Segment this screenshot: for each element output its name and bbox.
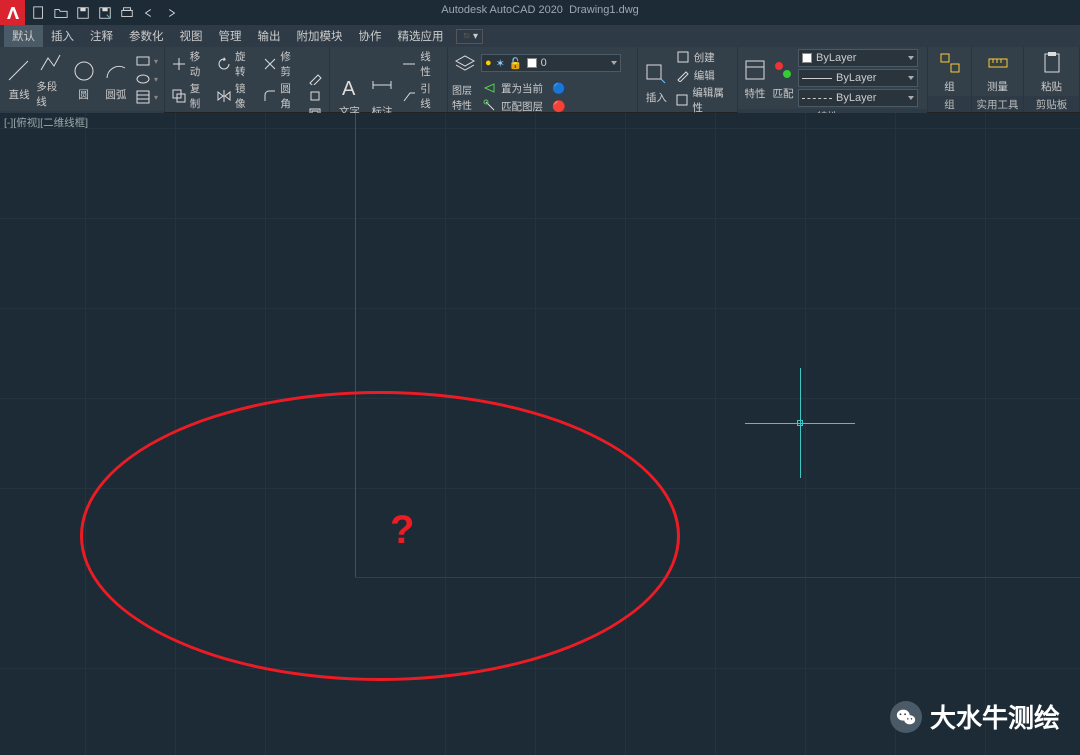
- layer-props-big[interactable]: 图层特性: [452, 80, 478, 114]
- ribbon: 直线 多段线 圆 圆弧 ▾ ▾ ▾ 绘图 ▼ 移动 复制 拉伸 旋转 镜像 缩放: [0, 47, 1080, 113]
- svg-text:A: A: [342, 78, 356, 100]
- match-layer-button[interactable]: 匹配图层: [480, 98, 545, 114]
- lock-icon: 🔓: [509, 57, 523, 70]
- bulb-icon: ●: [485, 57, 492, 69]
- tab-parametric[interactable]: 参数化: [121, 25, 172, 47]
- tab-annotate[interactable]: 注释: [82, 25, 121, 47]
- tab-view[interactable]: 视图: [172, 25, 211, 47]
- panel-block: 插入 创建 编辑 编辑属性 块 ▼: [638, 47, 738, 112]
- tab-featured[interactable]: 精选应用: [390, 25, 452, 47]
- line-button[interactable]: 直线: [4, 57, 34, 102]
- linear-button[interactable]: 线性: [399, 49, 443, 79]
- polyline-button[interactable]: 多段线: [36, 49, 66, 109]
- title-bar: Autodesk AutoCAD 2020 Drawing1.dwg: [0, 0, 1080, 25]
- copy-button[interactable]: 复制: [169, 81, 212, 111]
- ellipse-icon[interactable]: ▾: [133, 71, 160, 87]
- save-icon[interactable]: [75, 5, 91, 21]
- layer-color-swatch: [527, 58, 537, 68]
- panel-util-title: 实用工具: [977, 97, 1019, 112]
- panel-group-title: 组: [944, 97, 955, 112]
- tab-overflow[interactable]: ◾▾: [456, 29, 483, 44]
- saveas-icon[interactable]: [97, 5, 113, 21]
- viewport-label[interactable]: [-][俯视][二维线框]: [4, 115, 88, 130]
- trim-button[interactable]: 修剪: [260, 49, 303, 79]
- tab-default[interactable]: 默认: [4, 25, 43, 47]
- quick-access-toolbar: [25, 5, 185, 21]
- group-button[interactable]: 组: [934, 49, 965, 94]
- layer-dropdown[interactable]: ● ✶ 🔓 0: [481, 54, 621, 72]
- lineweight-dropdown[interactable]: ByLayer: [798, 69, 918, 87]
- mirror-button[interactable]: 镜像: [214, 81, 257, 111]
- layer-name: 0: [541, 57, 547, 69]
- match-props-button[interactable]: 匹配: [770, 56, 796, 101]
- wechat-icon: [890, 701, 922, 733]
- tab-manage[interactable]: 管理: [211, 25, 250, 47]
- window-title: Autodesk AutoCAD 2020 Drawing1.dwg: [441, 4, 639, 16]
- text-button[interactable]: A文字: [334, 74, 365, 119]
- measure-button[interactable]: 测量: [982, 49, 1013, 94]
- open-icon[interactable]: [53, 5, 69, 21]
- ribbon-tabs: 默认 插入 注释 参数化 视图 管理 输出 附加模块 协作 精选应用 ◾▾: [0, 25, 1080, 47]
- annotation-ellipse: [80, 391, 680, 681]
- linetype-dropdown[interactable]: ByLayer: [798, 89, 918, 107]
- leader-button[interactable]: 引线: [399, 81, 443, 111]
- circle-button[interactable]: 圆: [69, 57, 99, 102]
- make-current-button[interactable]: 置为当前: [480, 80, 545, 96]
- erase-icon[interactable]: [305, 70, 325, 86]
- panel-draw: 直线 多段线 圆 圆弧 ▾ ▾ ▾ 绘图 ▼: [0, 47, 165, 112]
- properties-button[interactable]: 特性: [742, 56, 768, 101]
- panel-utilities: 测量 实用工具: [972, 47, 1024, 112]
- color-value: ByLayer: [816, 52, 856, 64]
- hatch-icon[interactable]: ▾: [133, 89, 160, 105]
- move-button[interactable]: 移动: [169, 49, 212, 79]
- paste-button[interactable]: 粘贴: [1036, 49, 1067, 94]
- rotate-button[interactable]: 旋转: [214, 49, 257, 79]
- arc-button[interactable]: 圆弧: [101, 57, 131, 102]
- app-name: Autodesk AutoCAD 2020: [441, 4, 563, 16]
- tab-collab[interactable]: 协作: [351, 25, 390, 47]
- explode-icon[interactable]: [305, 88, 325, 104]
- panel-modify: 移动 复制 拉伸 旋转 镜像 缩放 修剪 圆角 阵列 修改 ▼: [165, 47, 330, 112]
- new-icon[interactable]: [31, 5, 47, 21]
- redo-icon[interactable]: [163, 5, 179, 21]
- freeze-icon: ✶: [496, 57, 505, 70]
- insert-block-button[interactable]: 插入: [642, 60, 671, 105]
- tab-output[interactable]: 输出: [250, 25, 289, 47]
- drawing-area[interactable]: [-][俯视][二维线框] ? 大水牛测绘: [0, 113, 1080, 755]
- layer-props-button[interactable]: [452, 49, 478, 77]
- annotation-question: ?: [390, 508, 414, 553]
- edit-attr-button[interactable]: 编辑属性: [673, 85, 733, 115]
- edit-block-button[interactable]: 编辑: [673, 67, 733, 83]
- panel-group: 组 组: [928, 47, 972, 112]
- dimension-button[interactable]: 标注: [367, 74, 398, 119]
- lt-value: ByLayer: [836, 92, 876, 104]
- watermark-text: 大水牛测绘: [930, 698, 1060, 735]
- layer-off-icon[interactable]: 🔴: [549, 98, 569, 114]
- color-dropdown[interactable]: ByLayer: [798, 49, 918, 67]
- undo-icon[interactable]: [141, 5, 157, 21]
- panel-clip-title: 剪贴板: [1036, 97, 1068, 112]
- app-icon[interactable]: [0, 0, 25, 25]
- panel-annotation: A文字 标注 线性 引线 表格 注释 ▼: [330, 47, 448, 112]
- lw-value: ByLayer: [836, 72, 876, 84]
- rect-icon[interactable]: ▾: [133, 53, 160, 69]
- tab-addins[interactable]: 附加模块: [289, 25, 351, 47]
- tab-insert[interactable]: 插入: [43, 25, 82, 47]
- fillet-button[interactable]: 圆角: [260, 81, 303, 111]
- panel-clipboard: 粘贴 剪贴板: [1024, 47, 1080, 112]
- panel-properties: 特性 匹配 ByLayer ByLayer ByLayer 特性 ▼: [738, 47, 928, 112]
- doc-name: Drawing1.dwg: [569, 4, 639, 16]
- plot-icon[interactable]: [119, 5, 135, 21]
- create-block-button[interactable]: 创建: [673, 49, 733, 65]
- watermark: 大水牛测绘: [890, 698, 1060, 735]
- panel-layer: ● ✶ 🔓 0 图层特性 置为当前 匹配图层 🔵 🔴: [448, 47, 638, 112]
- layer-iso-icon[interactable]: 🔵: [549, 80, 569, 96]
